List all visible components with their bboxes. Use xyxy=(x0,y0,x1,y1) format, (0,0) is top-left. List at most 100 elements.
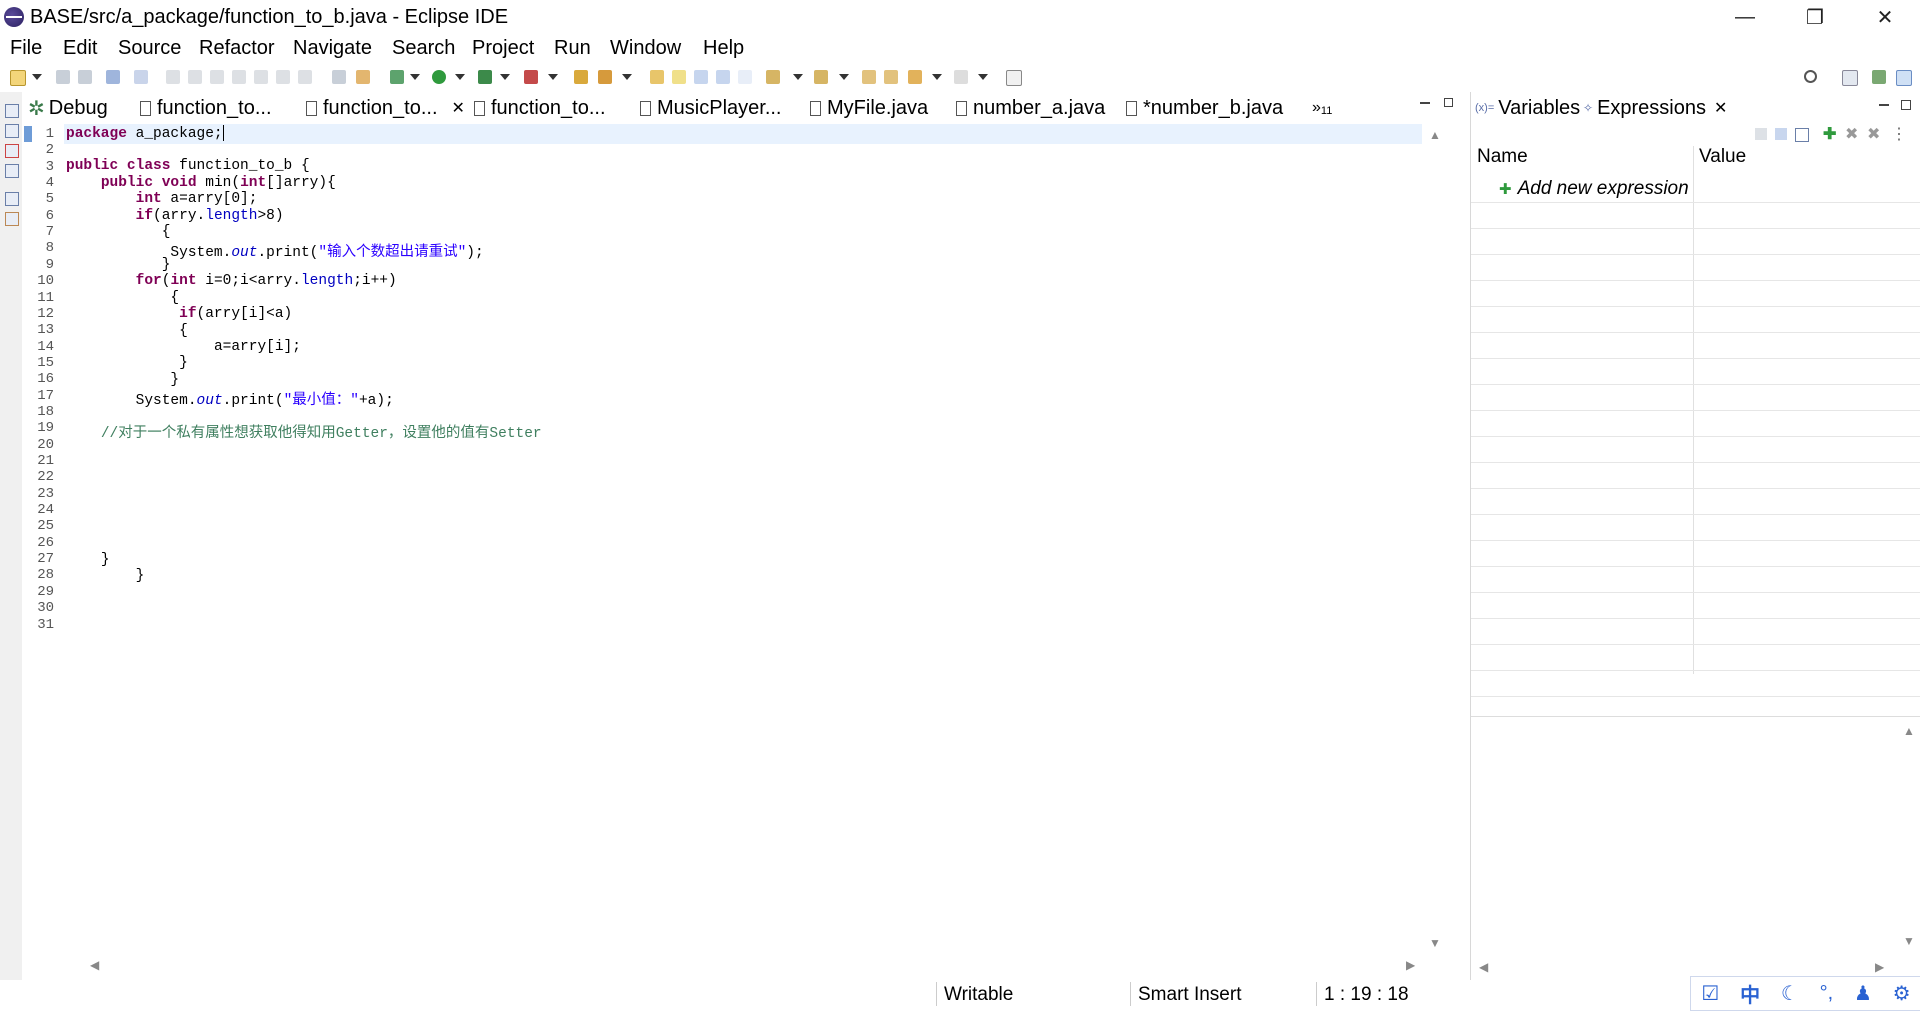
collapse-icon[interactable] xyxy=(1795,128,1809,142)
new-dropdown-icon[interactable] xyxy=(32,74,42,80)
next-annotation-icon[interactable] xyxy=(766,70,780,84)
forward-dropdown-icon[interactable] xyxy=(978,74,988,80)
table-row[interactable] xyxy=(1471,384,1920,411)
scroll-left-icon[interactable]: ◀ xyxy=(90,958,99,972)
menu-project[interactable]: Project xyxy=(472,37,534,60)
column-name[interactable]: Name xyxy=(1477,146,1528,168)
external-tools-dropdown-icon[interactable] xyxy=(548,74,558,80)
table-row[interactable] xyxy=(1471,566,1920,593)
toggle-mark-occurrences-icon[interactable] xyxy=(650,70,664,84)
save-all-icon[interactable] xyxy=(78,70,92,84)
remove-expression-icon[interactable]: ✖ xyxy=(1845,124,1858,144)
use-step-filters-icon[interactable] xyxy=(356,70,370,84)
status-insert-mode[interactable]: Smart Insert xyxy=(1138,984,1241,1006)
detail-scroll-left-icon[interactable]: ◀ xyxy=(1479,960,1488,974)
hierarchy-icon[interactable] xyxy=(5,212,19,226)
table-row[interactable] xyxy=(1471,488,1920,515)
detail-scroll-up-icon[interactable]: ▲ xyxy=(1903,724,1915,738)
debug-icon[interactable] xyxy=(390,70,404,84)
ime-user-icon[interactable]: ♟ xyxy=(1854,981,1872,1006)
table-row[interactable] xyxy=(1471,462,1920,489)
minimize-button[interactable]: — xyxy=(1710,0,1780,34)
table-row[interactable] xyxy=(1471,670,1920,697)
menu-source[interactable]: Source xyxy=(118,37,181,60)
search-icon[interactable] xyxy=(1804,70,1817,83)
table-row[interactable] xyxy=(1471,436,1920,463)
close-tab-icon[interactable]: ✕ xyxy=(452,98,465,118)
close-tab-icon[interactable]: ✕ xyxy=(1714,98,1727,118)
scroll-down-icon[interactable]: ▼ xyxy=(1429,936,1441,950)
table-row[interactable] xyxy=(1471,202,1920,229)
ime-chinese-mode[interactable]: 中 xyxy=(1740,979,1760,1008)
tab-variables[interactable]: (x)= Variables xyxy=(1475,92,1580,124)
open-perspective-icon[interactable] xyxy=(1842,70,1858,86)
previous-annotation-icon[interactable] xyxy=(814,70,828,84)
new-icon[interactable] xyxy=(10,70,26,86)
pin-editor-icon[interactable] xyxy=(1006,70,1022,86)
last-edit-forward-icon[interactable] xyxy=(884,70,898,84)
table-row[interactable] xyxy=(1471,228,1920,255)
run-icon[interactable] xyxy=(432,70,446,84)
open-console-icon[interactable] xyxy=(106,70,120,84)
next-annotation-dropdown-icon[interactable] xyxy=(793,74,803,80)
run-dropdown-icon[interactable] xyxy=(455,74,465,80)
package-explorer-icon[interactable] xyxy=(5,124,19,138)
collapse-all-icon[interactable] xyxy=(1755,128,1767,140)
forward-icon[interactable] xyxy=(954,70,968,84)
table-row[interactable] xyxy=(1471,332,1920,359)
block-selection-icon[interactable] xyxy=(694,70,708,84)
table-row[interactable] xyxy=(1471,176,1920,203)
menu-run[interactable]: Run xyxy=(554,37,591,60)
detail-scroll-right-icon[interactable]: ▶ xyxy=(1875,960,1884,974)
maximize-editor-icon[interactable] xyxy=(1444,98,1453,107)
problems-icon[interactable] xyxy=(5,144,19,158)
table-row[interactable] xyxy=(1471,618,1920,645)
menu-help[interactable]: Help xyxy=(703,37,744,60)
outline-icon[interactable] xyxy=(5,164,19,178)
tab-expressions[interactable]: ✧ Expressions ✕ xyxy=(1583,92,1727,124)
table-row[interactable] xyxy=(1471,514,1920,541)
scroll-right-icon[interactable]: ▶ xyxy=(1406,958,1415,972)
view-menu-icon[interactable]: ⋮ xyxy=(1891,124,1907,144)
restore-view-2-icon[interactable] xyxy=(5,192,19,206)
external-tools-icon[interactable] xyxy=(524,70,538,84)
toggle-breakpoint-icon[interactable] xyxy=(332,70,346,84)
suspend-icon[interactable] xyxy=(188,70,202,84)
terminate-icon[interactable] xyxy=(210,70,224,84)
back-dropdown-icon[interactable] xyxy=(932,74,942,80)
word-wrap-icon[interactable] xyxy=(716,70,730,84)
detail-scroll-down-icon[interactable]: ▼ xyxy=(1903,934,1915,948)
table-row[interactable] xyxy=(1471,358,1920,385)
column-value[interactable]: Value xyxy=(1699,146,1746,168)
ime-halfwidth-icon[interactable]: ☾ xyxy=(1781,981,1799,1006)
toggle-highlight-icon[interactable] xyxy=(672,70,686,84)
menu-edit[interactable]: Edit xyxy=(63,37,97,60)
menu-refactor[interactable]: Refactor xyxy=(199,37,275,60)
tab-number-b[interactable]: *number_b.java xyxy=(1126,92,1283,124)
debug-perspective-icon[interactable] xyxy=(1896,70,1912,86)
search-dropdown-icon[interactable] xyxy=(622,74,632,80)
maximize-view-icon[interactable] xyxy=(1901,100,1911,110)
editor-horizontal-scrollbar[interactable]: ◀ ▶ xyxy=(66,956,1446,974)
skip-breakpoints-icon[interactable] xyxy=(134,70,148,84)
status-cursor-position[interactable]: 1 : 19 : 18 xyxy=(1324,984,1409,1006)
remove-all-expressions-icon[interactable]: ✖ xyxy=(1867,124,1880,144)
editor-vertical-scrollbar[interactable]: ▲ ▼ xyxy=(1426,124,1444,956)
minimize-view-icon[interactable] xyxy=(1879,104,1889,106)
table-row[interactable] xyxy=(1471,410,1920,437)
disconnect-icon[interactable] xyxy=(232,70,246,84)
tab-function-to-3[interactable]: function_to... xyxy=(474,92,606,124)
tab-overflow-button[interactable]: » 11 xyxy=(1312,92,1332,124)
code-content[interactable]: package a_package; public class function… xyxy=(66,124,1436,956)
scroll-up-icon[interactable]: ▲ xyxy=(1429,128,1441,142)
step-over-icon[interactable] xyxy=(276,70,290,84)
table-row[interactable] xyxy=(1471,280,1920,307)
resume-icon[interactable] xyxy=(166,70,180,84)
ime-punctuation-icon[interactable]: °, xyxy=(1820,982,1834,1005)
tab-musicplayer[interactable]: MusicPlayer... xyxy=(640,92,781,124)
table-row[interactable] xyxy=(1471,644,1920,671)
step-return-icon[interactable] xyxy=(298,70,312,84)
last-edit-location-icon[interactable] xyxy=(862,70,876,84)
open-task-icon[interactable] xyxy=(598,70,612,84)
step-into-icon[interactable] xyxy=(254,70,268,84)
